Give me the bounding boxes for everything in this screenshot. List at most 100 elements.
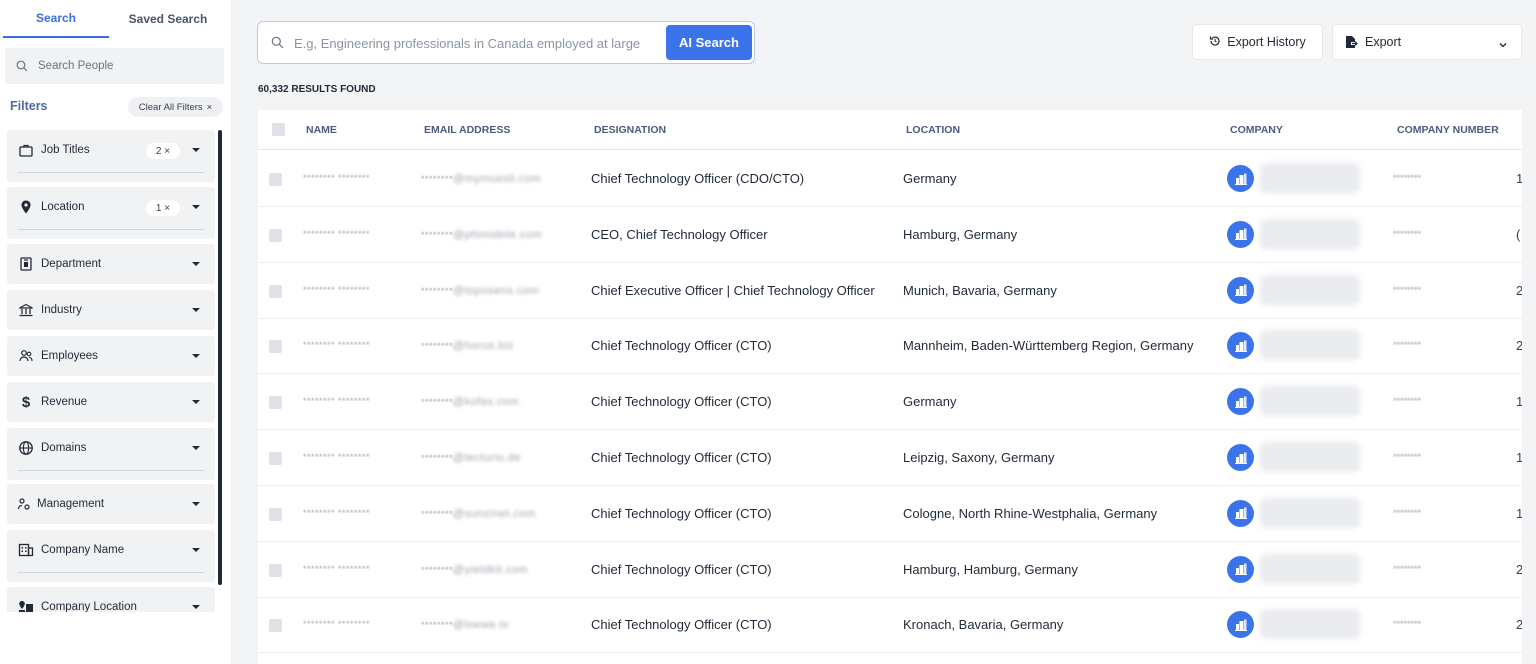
row-checkbox[interactable] [269, 396, 282, 410]
filter-employees[interactable]: Employees [7, 336, 215, 376]
filter-label: Industry [41, 304, 82, 316]
globe-icon [18, 440, 34, 456]
cell-email[interactable]: ********@mymuesli.com [421, 173, 541, 185]
filter-industry[interactable]: Industry [7, 290, 215, 330]
export-history-button[interactable]: Export History [1192, 24, 1323, 60]
email-prefix: ******** [421, 174, 454, 184]
company-logo-icon[interactable] [1227, 220, 1254, 248]
column-header-company-number[interactable]: COMPANY NUMBER [1397, 124, 1499, 136]
filter-revenue[interactable]: $ Revenue [7, 382, 215, 422]
search-people-input[interactable]: Search People [5, 48, 224, 84]
column-header-company[interactable]: COMPANY [1230, 124, 1283, 136]
cell-name: ******** ******** [303, 228, 371, 239]
cell-email[interactable]: ********@lecturio.de [421, 452, 521, 464]
export-dropdown[interactable]: Export [1332, 24, 1522, 60]
filter-domains[interactable]: Domains [7, 428, 215, 480]
company-name-redacted[interactable] [1260, 553, 1360, 584]
filter-label: Employees [41, 350, 98, 362]
filter-company-location[interactable]: Company Location [7, 587, 215, 612]
filter-job-titles[interactable]: Job Titles 2 × [7, 130, 215, 182]
chevron-down-icon[interactable] [192, 205, 200, 209]
row-checkbox[interactable] [269, 340, 282, 354]
tab-search[interactable]: Search [3, 0, 109, 38]
table-row[interactable]: ******** ******** ********@toposens.com Ch… [258, 263, 1522, 319]
table-row[interactable]: ******** ******** ********@lecturio.de Chi… [258, 430, 1522, 486]
filter-management[interactable]: Management [7, 484, 215, 524]
building-icon [18, 542, 34, 558]
cell-location: Hamburg, Germany [903, 226, 1018, 242]
export-history-label: Export History [1227, 35, 1306, 49]
cell-email[interactable]: ********@loewe.tv [421, 619, 509, 631]
company-name-redacted[interactable] [1260, 330, 1360, 361]
ai-search-button[interactable]: AI Search [666, 25, 752, 60]
filter-company-name[interactable]: Company Name [7, 530, 215, 582]
chevron-down-icon[interactable] [192, 308, 200, 312]
company-name-redacted[interactable] [1260, 163, 1360, 193]
chevron-down-icon[interactable] [192, 400, 200, 404]
table-row[interactable]: ******** ******** ********@mymuesli.com Ch… [258, 151, 1522, 207]
cell-overflow: 1 [1516, 505, 1522, 521]
column-header-location[interactable]: LOCATION [906, 124, 960, 136]
chevron-down-icon[interactable] [192, 262, 200, 266]
row-checkbox[interactable] [269, 507, 282, 521]
company-logo-icon[interactable] [1227, 555, 1254, 583]
row-checkbox[interactable] [269, 228, 282, 242]
chevron-down-icon[interactable] [192, 148, 200, 152]
ai-search-input[interactable] [294, 32, 662, 54]
sidebar-tabs: Search Saved Search [0, 0, 231, 38]
cell-designation: CEO, Chief Technology Officer [591, 226, 768, 242]
email-domain: @horus.biz [453, 340, 514, 353]
row-checkbox[interactable] [269, 452, 282, 465]
table-row[interactable]: ******** ******** ********@yieldkit.com Ch… [258, 542, 1522, 598]
row-checkbox[interactable] [269, 619, 282, 633]
cell-company-number: ******** [1393, 173, 1422, 183]
chevron-down-icon[interactable] [192, 446, 200, 450]
cell-email[interactable]: ********@horus.biz [421, 340, 514, 352]
cell-designation: Chief Technology Officer (CTO) [591, 338, 772, 354]
company-logo-icon[interactable] [1227, 276, 1254, 304]
company-name-redacted[interactable] [1260, 609, 1360, 640]
cell-name: ******** ******** [303, 452, 371, 462]
company-name-redacted[interactable] [1260, 218, 1360, 249]
company-logo-icon[interactable] [1227, 611, 1254, 639]
cell-email[interactable]: ********@kofax.com [421, 396, 519, 408]
filter-label: Domains [41, 442, 87, 454]
company-logo-icon[interactable] [1227, 388, 1254, 416]
company-logo-icon[interactable] [1227, 499, 1254, 527]
column-header-designation[interactable]: DESIGNATION [594, 124, 666, 136]
cell-email[interactable]: ********@toposens.com [421, 285, 539, 297]
divider [18, 172, 204, 173]
row-checkbox[interactable] [269, 173, 282, 186]
chevron-down-icon[interactable] [192, 354, 200, 358]
company-logo-icon[interactable] [1227, 165, 1254, 192]
table-row[interactable]: ******** ******** ********@sunzinet.com Ch… [258, 486, 1522, 542]
sidebar-scrollbar[interactable] [218, 130, 222, 585]
table-row[interactable]: ******** ******** ********@loewe.tv Chief … [258, 597, 1522, 654]
filter-department[interactable]: Department [7, 244, 215, 284]
cell-email[interactable]: ********@sunzinet.com [421, 508, 536, 520]
company-logo-icon[interactable] [1227, 444, 1254, 471]
table-row[interactable]: ******** ******** ********@phimobile.com C… [258, 207, 1522, 263]
company-name-redacted[interactable] [1260, 386, 1360, 417]
column-header-name[interactable]: NAME [306, 124, 337, 136]
table-row[interactable]: ******** ******** ********@horus.biz Chief… [258, 318, 1522, 375]
company-name-redacted[interactable] [1260, 274, 1360, 305]
column-header-email[interactable]: EMAIL ADDRESS [424, 124, 510, 136]
filter-count-badge[interactable]: 1 × [146, 200, 180, 216]
clear-all-filters-button[interactable]: Clear All Filters × [128, 97, 223, 117]
filter-location[interactable]: Location 1 × [7, 187, 215, 239]
chevron-down-icon[interactable] [192, 605, 200, 609]
tab-saved-search[interactable]: Saved Search [109, 0, 227, 38]
cell-email[interactable]: ********@yieldkit.com [421, 564, 528, 576]
row-checkbox[interactable] [269, 284, 282, 298]
chevron-down-icon[interactable] [192, 502, 200, 506]
company-logo-icon[interactable] [1227, 332, 1254, 360]
company-name-redacted[interactable] [1260, 497, 1360, 528]
row-checkbox[interactable] [269, 563, 282, 577]
company-name-redacted[interactable] [1260, 442, 1360, 472]
cell-email[interactable]: ********@phimobile.com [421, 229, 542, 241]
select-all-checkbox[interactable] [272, 123, 285, 136]
table-row[interactable]: ******** ******** ********@kofax.com Chief… [258, 374, 1522, 431]
chevron-down-icon[interactable] [192, 548, 200, 552]
filter-count-badge[interactable]: 2 × [146, 143, 180, 159]
